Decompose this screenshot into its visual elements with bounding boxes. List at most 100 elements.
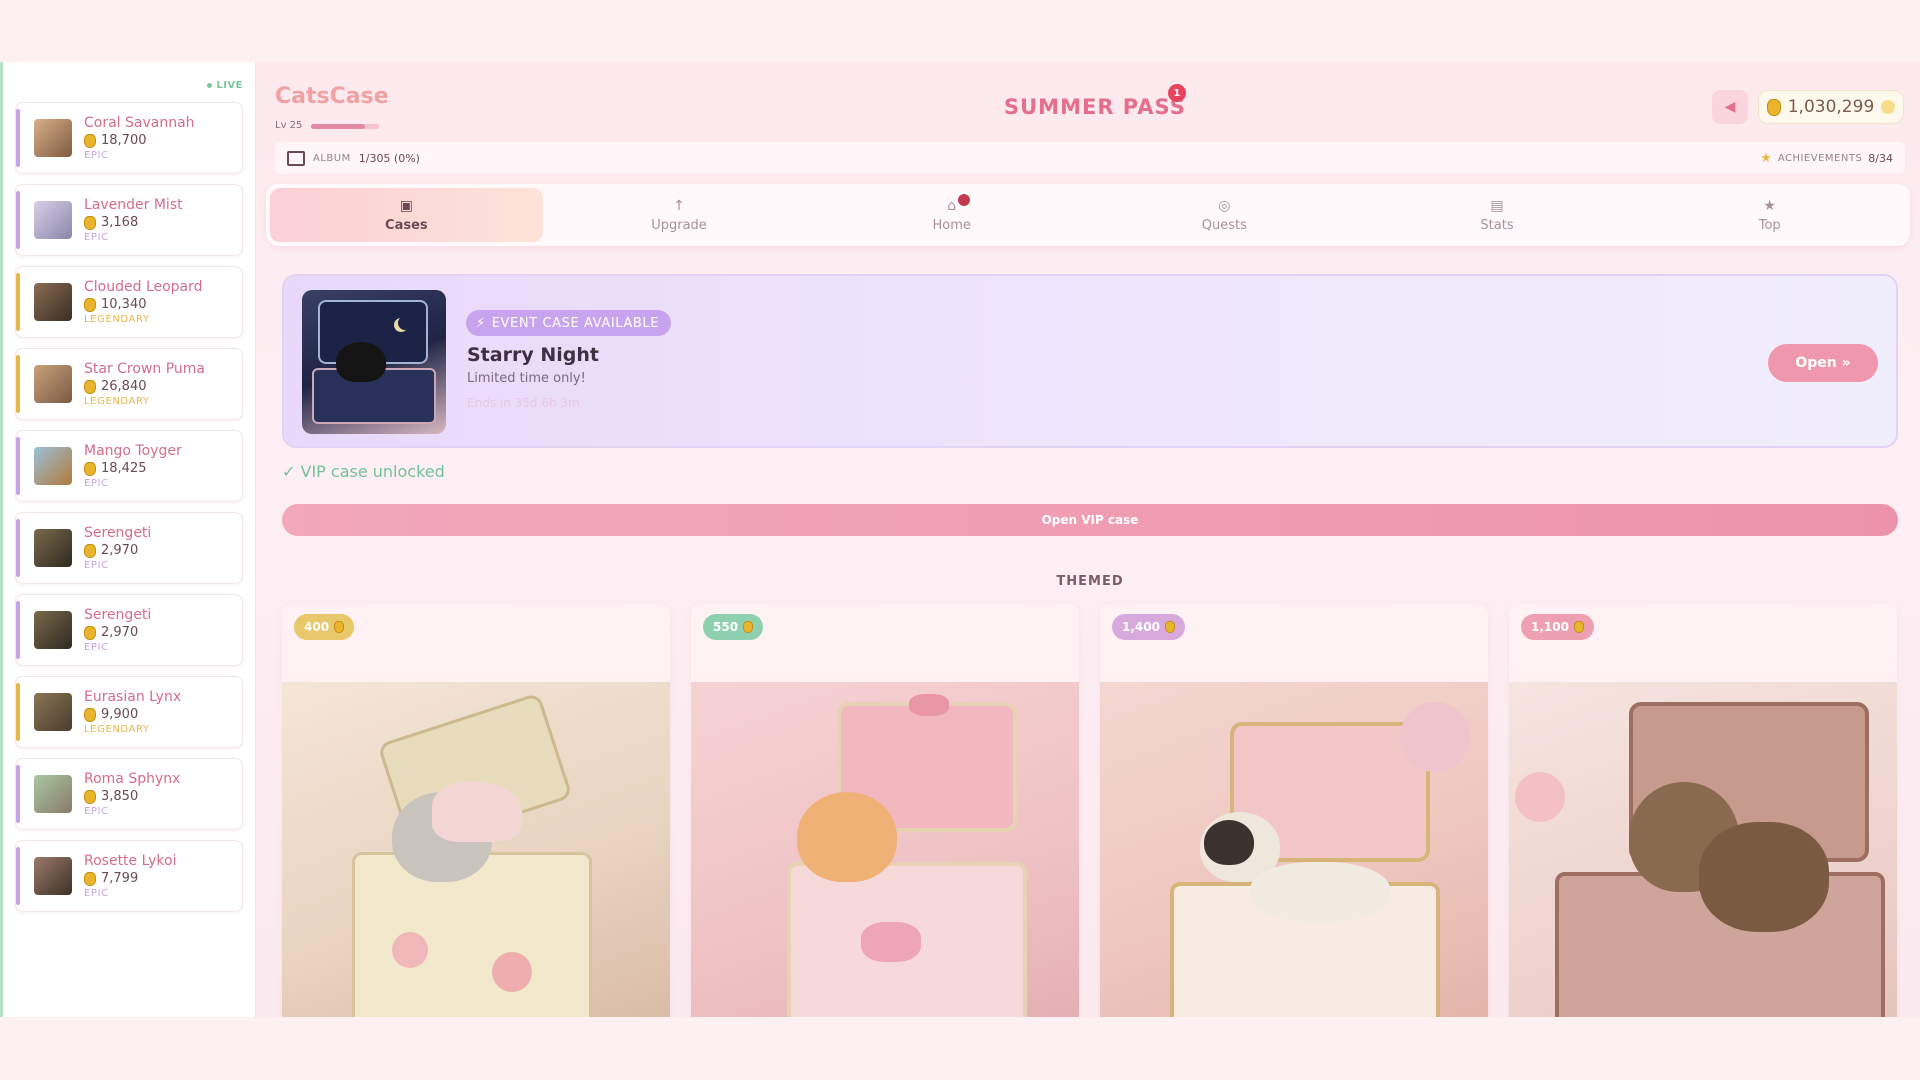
add-coins-icon[interactable] — [1881, 100, 1896, 114]
feed-item-price: 18,425 — [84, 461, 182, 476]
upgrade-icon: ↑ — [673, 197, 685, 214]
coin-icon — [84, 461, 96, 476]
coin-icon — [84, 871, 96, 886]
coin-icon — [84, 133, 96, 148]
case-card[interactable]: 550 — [691, 604, 1079, 1017]
feed-item[interactable]: Eurasian Lynx 9,900 LEGENDARY — [15, 676, 243, 748]
coin-icon — [1164, 621, 1175, 633]
achievements-value: 8/34 — [1868, 151, 1893, 165]
case-image — [691, 682, 1079, 1017]
feed-item[interactable]: Lavender Mist 3,168 EPIC — [15, 184, 243, 256]
feed-item-rarity: EPIC — [84, 806, 109, 817]
feed-item-name: Roma Sphynx — [84, 771, 181, 787]
feed-item-price: 2,970 — [84, 543, 151, 558]
quests-icon: ◎ — [1218, 197, 1231, 214]
pass-notification-badge: 1 — [1168, 84, 1186, 102]
summer-pass-button[interactable]: SUMMER PASS — [1004, 95, 1186, 119]
live-drops-sidebar: LIVE Coral Savannah 18,700 EPIC Lavender… — [0, 62, 256, 1017]
tab-label: Stats — [1480, 217, 1514, 233]
case-price-badge: 1,400 — [1112, 614, 1185, 640]
coin-icon — [84, 215, 96, 230]
feed-item-price: 18,700 — [84, 133, 195, 148]
album-value: 1/305 (0%) — [358, 151, 420, 165]
feed-item-rarity: EPIC — [84, 888, 109, 899]
feed-item-name: Serengeti — [84, 525, 152, 541]
feed-item[interactable]: Star Crown Puma 26,840 LEGENDARY — [15, 348, 243, 420]
feed-item[interactable]: Roma Sphynx 3,850 EPIC — [15, 758, 243, 830]
album-label: ALBUM — [313, 152, 351, 164]
speaker-icon: ◀ — [1724, 99, 1736, 115]
feed-item[interactable]: Serengeti 2,970 EPIC — [15, 594, 243, 666]
tab-label: Cases — [385, 217, 428, 233]
moon-icon — [398, 316, 412, 330]
coin-icon — [84, 707, 96, 722]
player-level: Lv 25 — [275, 120, 303, 131]
achievements-progress[interactable]: ★ ACHIEVEMENTS 8/34 — [1760, 151, 1893, 166]
tab-label: Quests — [1201, 217, 1247, 233]
level-progress-fill — [311, 124, 366, 129]
top-icon: ★ — [1763, 197, 1776, 214]
sound-toggle-button[interactable]: ◀ — [1712, 90, 1748, 124]
feed-item-name: Lavender Mist — [84, 197, 183, 213]
feed-item-price: 10,340 — [84, 297, 203, 312]
feed-item-name: Star Crown Puma — [84, 361, 206, 377]
themed-cases-grid: 400 550 1,400 1,100 — [282, 604, 1898, 1017]
main-nav-tabs: ▣ Cases ↑ Upgrade ⌂ Home ◎ Quests ▤ Stat… — [266, 184, 1910, 246]
case-card[interactable]: 400 — [282, 604, 670, 1017]
tab-top[interactable]: ★ Top — [1633, 188, 1906, 242]
brand-logo[interactable]: CatsCase — [275, 84, 389, 109]
cat-thumbnail — [34, 611, 72, 649]
open-event-case-button[interactable]: Open » — [1768, 344, 1878, 382]
feed-item[interactable]: Mango Toyger 18,425 EPIC — [15, 430, 243, 502]
cat-thumbnail — [34, 365, 72, 403]
home-icon: ⌂ — [947, 197, 957, 214]
event-countdown: Ends in 35d 6h 3m — [467, 396, 580, 410]
feed-item-rarity: LEGENDARY — [84, 724, 150, 735]
tab-home[interactable]: ⌂ Home — [815, 188, 1088, 242]
coin-icon — [84, 625, 96, 640]
coin-icon — [1573, 621, 1584, 633]
cat-thumbnail — [34, 529, 72, 567]
feed-item[interactable]: Clouded Leopard 10,340 LEGENDARY — [15, 266, 243, 338]
case-card[interactable]: 1,400 — [1100, 604, 1488, 1017]
feed-item-name: Coral Savannah — [84, 115, 195, 131]
cases-icon: ▣ — [399, 197, 413, 214]
open-vip-case-button[interactable]: Open VIP case — [282, 504, 1898, 536]
album-progress[interactable]: ALBUM 1/305 (0%) — [287, 150, 420, 166]
tab-quests[interactable]: ◎ Quests — [1088, 188, 1361, 242]
balance-value: 1,030,299 — [1787, 97, 1875, 117]
home-notification-badge — [955, 192, 972, 208]
feed-item-name: Rosette Lykoi — [84, 853, 177, 869]
event-case-banner: ⚡ EVENT CASE AVAILABLE Starry Night Limi… — [282, 274, 1898, 448]
feed-item-name: Eurasian Lynx — [84, 689, 182, 705]
feed-item-price: 26,840 — [84, 379, 205, 394]
feed-item-name: Serengeti — [84, 607, 152, 623]
coin-icon — [1766, 98, 1781, 116]
case-card[interactable]: 1,100 — [1509, 604, 1897, 1017]
feed-item[interactable]: Coral Savannah 18,700 EPIC — [15, 102, 243, 174]
feed-item-rarity: EPIC — [84, 150, 109, 161]
achievements-label: ACHIEVEMENTS — [1777, 152, 1863, 164]
tab-cases[interactable]: ▣ Cases — [270, 188, 543, 242]
event-subtitle: Limited time only! — [467, 371, 586, 386]
cat-thumbnail — [34, 857, 72, 895]
stats-icon: ▤ — [1490, 197, 1504, 214]
case-price-badge: 550 — [703, 614, 764, 640]
event-title: Starry Night — [467, 344, 599, 366]
feed-item-price: 2,970 — [84, 625, 151, 640]
level-progress-bar — [311, 124, 379, 129]
coin-balance[interactable]: 1,030,299 — [1758, 90, 1904, 124]
live-indicator: LIVE — [15, 78, 243, 92]
feed-item[interactable]: Rosette Lykoi 7,799 EPIC — [15, 840, 243, 912]
tab-stats[interactable]: ▤ Stats — [1361, 188, 1634, 242]
feed-item-price: 9,900 — [84, 707, 181, 722]
cat-thumbnail — [34, 119, 72, 157]
vip-unlocked-message: ✓ VIP case unlocked — [282, 462, 445, 481]
cat-thumbnail — [34, 447, 72, 485]
feed-item-rarity: EPIC — [84, 642, 109, 653]
case-price-badge: 400 — [294, 614, 355, 640]
tab-label: Top — [1758, 217, 1781, 233]
feed-item-price: 3,850 — [84, 789, 180, 804]
event-case-badge: ⚡ EVENT CASE AVAILABLE — [466, 310, 672, 336]
tab-upgrade[interactable]: ↑ Upgrade — [543, 188, 816, 242]
